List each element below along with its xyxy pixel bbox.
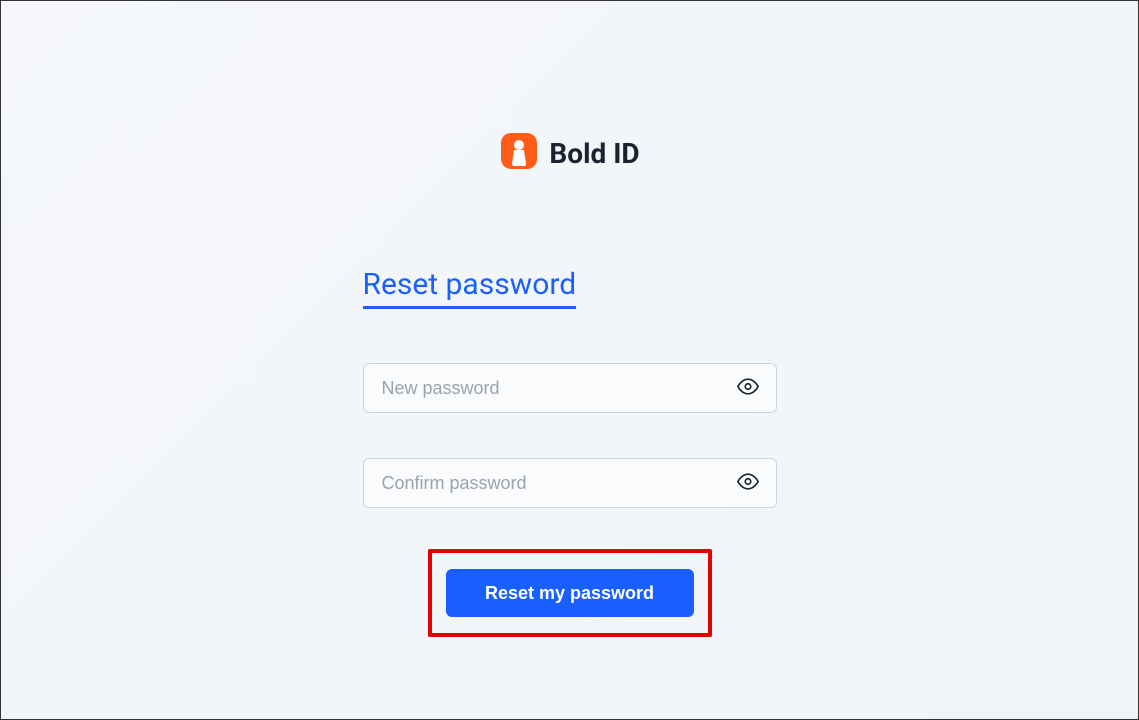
new-password-group [363, 363, 777, 413]
eye-icon [737, 376, 759, 401]
reset-password-button[interactable]: Reset my password [446, 569, 694, 617]
heading-wrapper: Reset password [363, 267, 777, 315]
confirm-password-field[interactable] [363, 458, 777, 508]
new-password-field[interactable] [363, 363, 777, 413]
toggle-new-password-visibility[interactable] [733, 372, 763, 405]
brand-name: Bold ID [549, 137, 639, 170]
confirm-password-group [363, 458, 777, 508]
brand-logo: Bold ID [499, 131, 639, 175]
page-container: Bold ID Reset password [1, 1, 1138, 719]
brand-icon [499, 131, 539, 175]
eye-icon [737, 471, 759, 496]
reset-password-form: Reset password [363, 267, 777, 637]
form-heading: Reset password [363, 267, 577, 309]
toggle-confirm-password-visibility[interactable] [733, 467, 763, 500]
submit-highlight-box: Reset my password [428, 549, 712, 637]
